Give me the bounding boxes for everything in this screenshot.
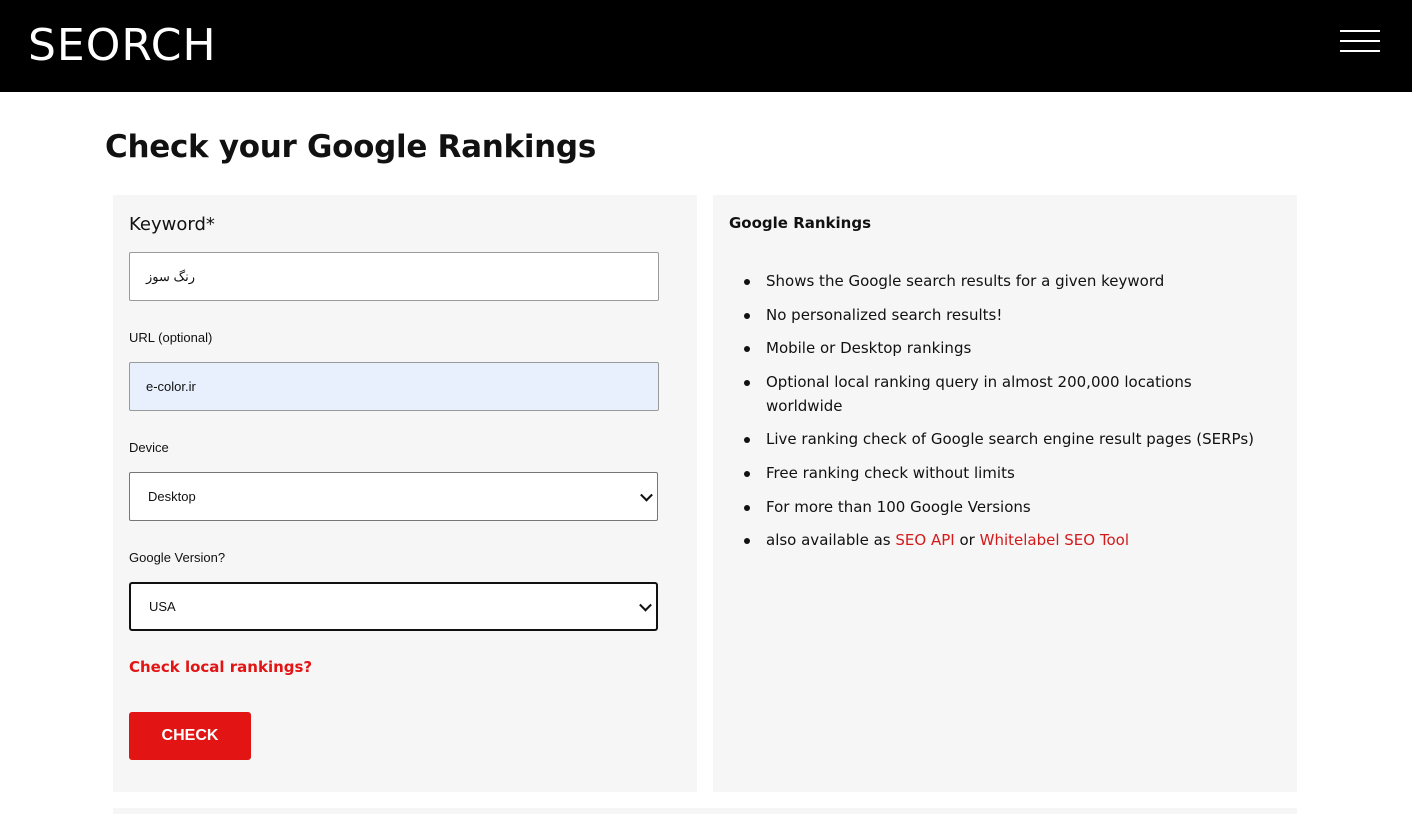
list-item: No personalized search results!: [729, 303, 1269, 327]
seorch-logo[interactable]: SEORCH: [28, 22, 217, 70]
device-label: Device: [129, 440, 169, 455]
ranking-form-panel: Keyword* رنگ سوز URL (optional) e-color.…: [113, 195, 697, 792]
feature-text: No personalized search results!: [766, 305, 1003, 324]
list-item: Mobile or Desktop rankings: [729, 336, 1269, 360]
check-local-rankings-link[interactable]: Check local rankings?: [129, 657, 312, 677]
list-item: Shows the Google search results for a gi…: [729, 269, 1269, 293]
list-item: also available as SEO API or Whitelabel …: [729, 528, 1269, 552]
feature-text: Optional local ranking query in almost 2…: [766, 372, 1192, 415]
bullet-icon: [744, 470, 750, 477]
bullet-icon: [744, 437, 750, 444]
list-item: For more than 100 Google Versions: [729, 495, 1269, 519]
bullet-icon: [744, 346, 750, 353]
menu-line: [1340, 40, 1380, 42]
chevron-down-icon: [640, 488, 653, 502]
device-select-value: Desktop: [148, 489, 196, 504]
feature-list: Shows the Google search results for a gi…: [729, 269, 1269, 562]
bullet-icon: [744, 379, 750, 386]
google-version-label: Google Version?: [129, 550, 226, 565]
bullet-icon: [744, 279, 750, 285]
url-input[interactable]: e-color.ir: [129, 362, 659, 411]
keyword-input-value: رنگ سوز: [146, 269, 196, 284]
device-select[interactable]: Desktop: [129, 472, 658, 521]
menu-line: [1340, 30, 1380, 32]
feature-text: Mobile or Desktop rankings: [766, 339, 972, 358]
bullet-icon: [744, 504, 750, 511]
top-navigation-bar: SEORCH: [0, 0, 1412, 92]
feature-text: Live ranking check of Google search engi…: [766, 430, 1254, 449]
list-item: Live ranking check of Google search engi…: [729, 427, 1269, 451]
list-item: Free ranking check without limits: [729, 461, 1269, 485]
feature-text: For more than 100 Google Versions: [766, 497, 1031, 516]
bullet-icon: [744, 312, 750, 319]
whitelabel-seo-tool-link[interactable]: Whitelabel SEO Tool: [980, 531, 1129, 549]
feature-text: Free ranking check without limits: [766, 463, 1015, 482]
check-button[interactable]: CHECK: [129, 712, 251, 760]
keyword-label: Keyword*: [129, 214, 215, 235]
google-version-select[interactable]: USA: [129, 582, 658, 631]
feature-text: Shows the Google search results for a gi…: [766, 272, 1165, 290]
bullet-icon: [744, 538, 750, 545]
feature-text-connector: or: [959, 531, 975, 550]
info-panel: Google Rankings Shows the Google search …: [713, 195, 1297, 792]
keyword-input[interactable]: رنگ سوز: [129, 252, 659, 301]
bottom-section-edge: [113, 808, 1297, 814]
url-label: URL (optional): [129, 330, 213, 345]
info-title: Google Rankings: [729, 214, 872, 232]
page-title: Check your Google Rankings: [105, 129, 596, 165]
url-input-value: e-color.ir: [146, 379, 196, 394]
menu-line: [1340, 50, 1380, 52]
seo-api-link[interactable]: SEO API: [895, 531, 954, 549]
google-version-select-value: USA: [149, 599, 176, 614]
list-item: Optional local ranking query in almost 2…: [729, 370, 1269, 418]
chevron-down-icon: [639, 598, 652, 612]
hamburger-menu-icon[interactable]: [1340, 30, 1382, 54]
feature-text-prefix: also available as: [766, 531, 891, 550]
